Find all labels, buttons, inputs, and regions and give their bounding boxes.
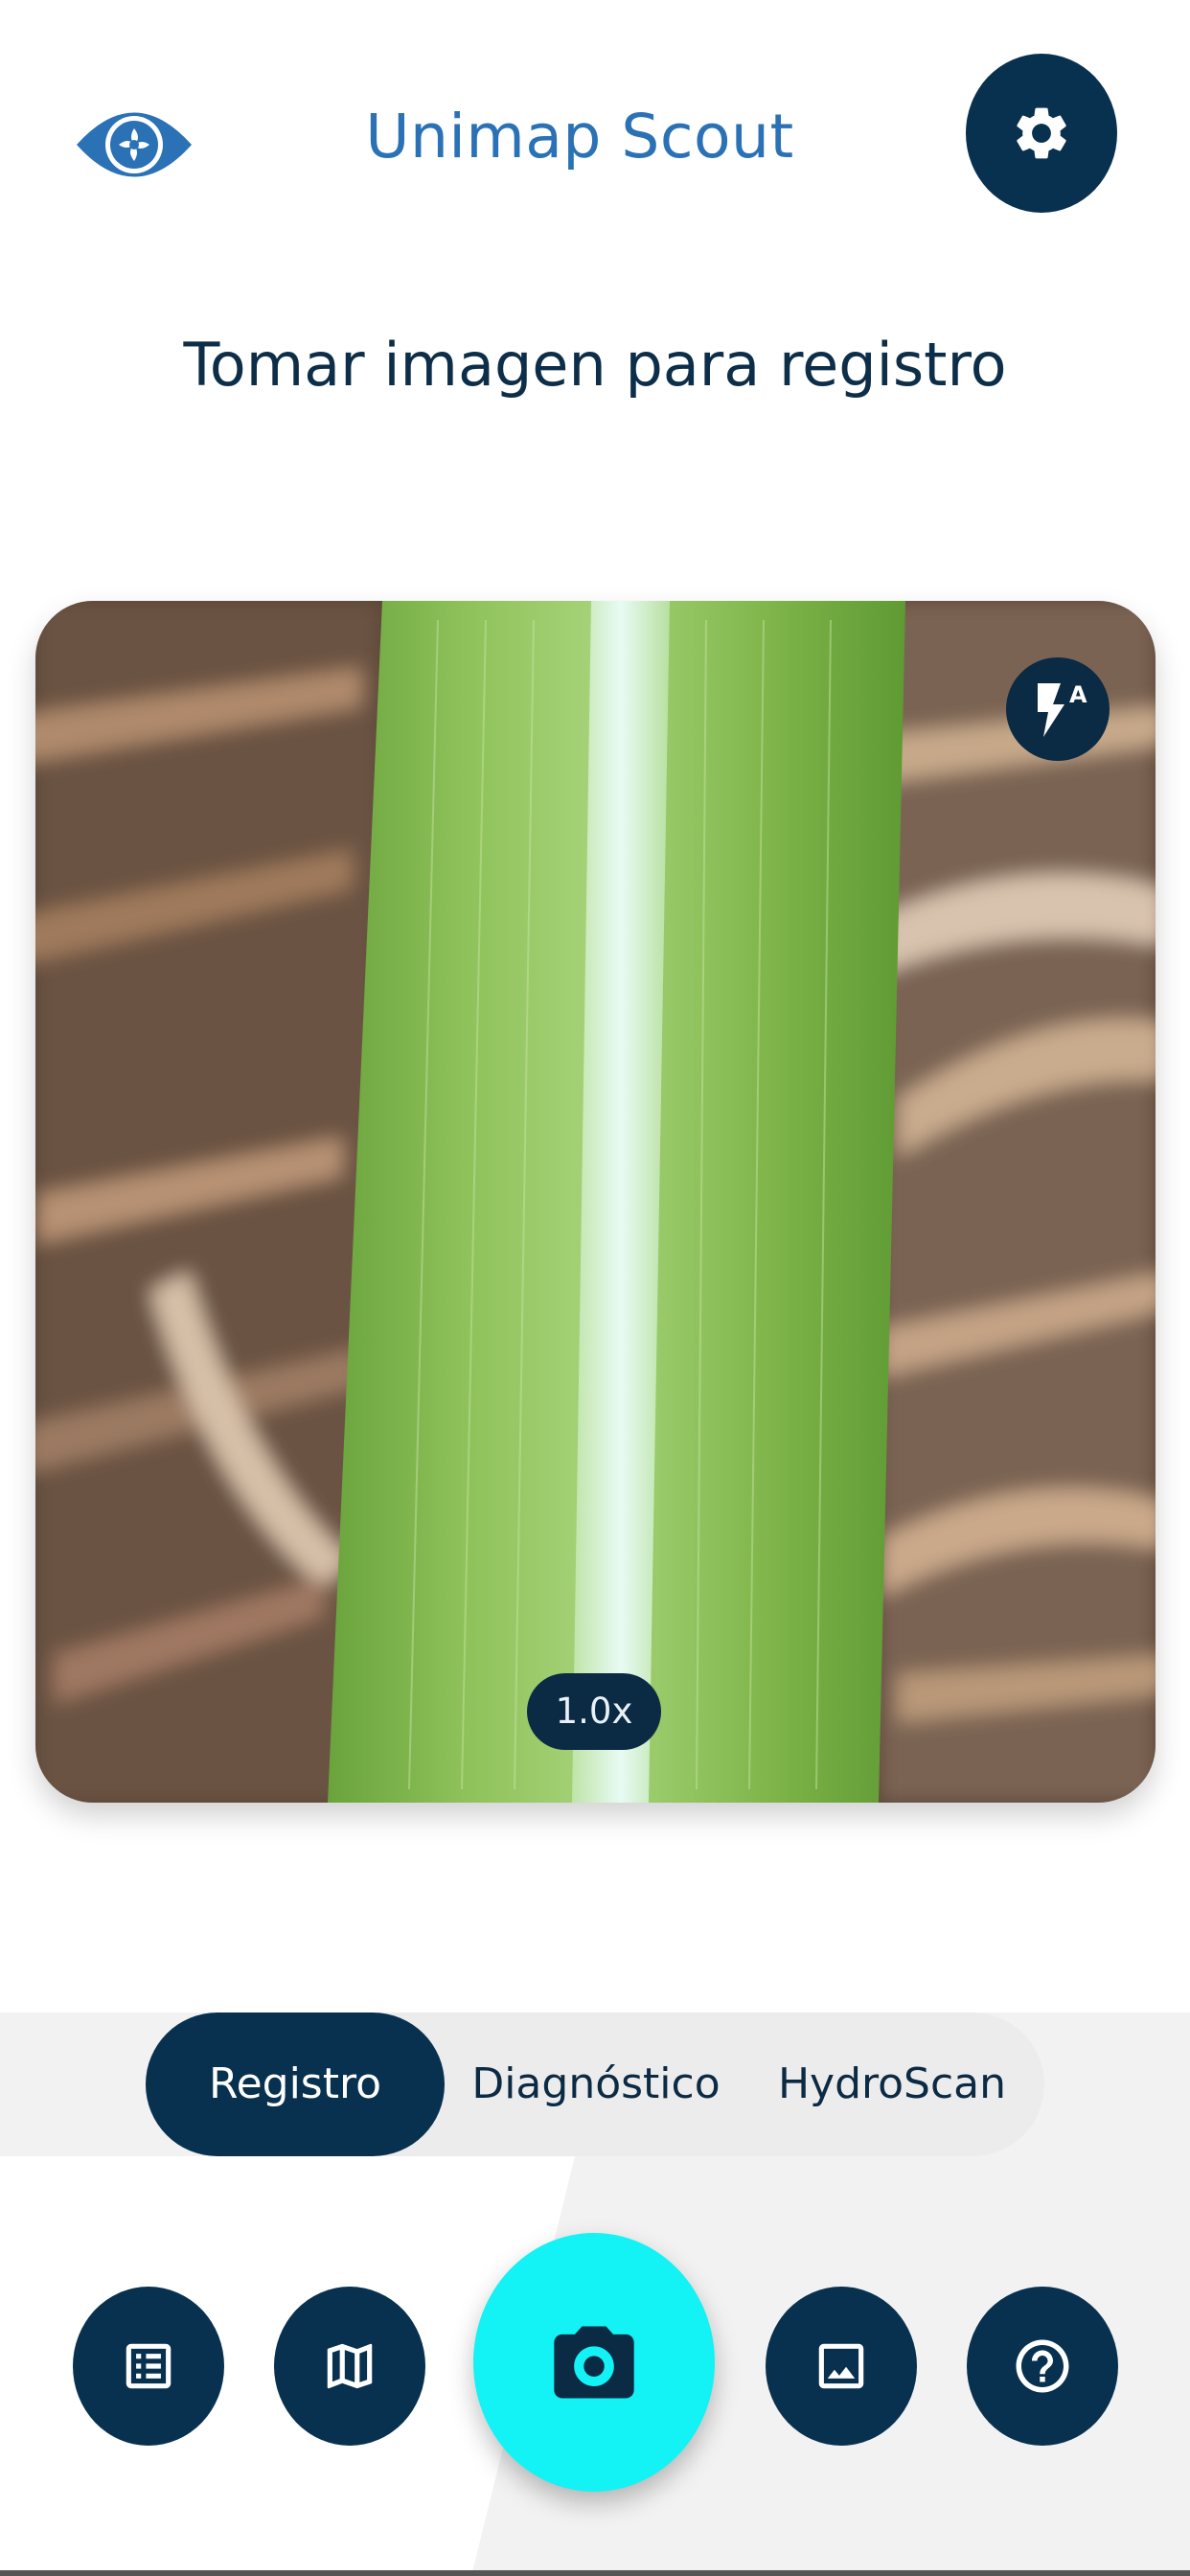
map-button[interactable]: [274, 2287, 425, 2446]
list-icon: [126, 2343, 172, 2389]
mode-tab-registro[interactable]: Registro: [146, 2012, 445, 2156]
zoom-level-badge[interactable]: 1.0x: [527, 1673, 661, 1750]
capture-button[interactable]: [473, 2233, 715, 2492]
records-list-button[interactable]: [73, 2287, 224, 2446]
flash-mode-label: A: [1069, 681, 1087, 708]
gallery-button[interactable]: [766, 2287, 917, 2446]
app-screen: Unimap Scout Tomar imagen para registro: [0, 0, 1190, 2576]
camera-icon: [554, 2326, 634, 2399]
mode-selector: Registro Diagnóstico HydroScan: [146, 2012, 1044, 2156]
help-icon: [1016, 2339, 1069, 2393]
page-title: Tomar imagen para registro: [183, 330, 1007, 400]
image-icon: [818, 2343, 864, 2389]
map-icon: [327, 2343, 373, 2389]
camera-feed-image: [35, 601, 1156, 1803]
camera-preview[interactable]: [35, 601, 1156, 1803]
mode-tab-hydroscan[interactable]: HydroScan: [753, 2012, 1031, 2156]
bottom-divider: [0, 2570, 1190, 2576]
flash-toggle-button[interactable]: A: [1006, 657, 1110, 761]
help-button[interactable]: [967, 2287, 1118, 2446]
eye-logo-icon: [75, 102, 194, 188]
settings-button[interactable]: [966, 54, 1117, 213]
mode-tab-diagnostico[interactable]: Diagnóstico: [452, 2012, 740, 2156]
flash-auto-icon: A: [1038, 681, 1087, 737]
app-title: Unimap Scout: [365, 102, 794, 172]
gear-icon: [1017, 107, 1066, 159]
